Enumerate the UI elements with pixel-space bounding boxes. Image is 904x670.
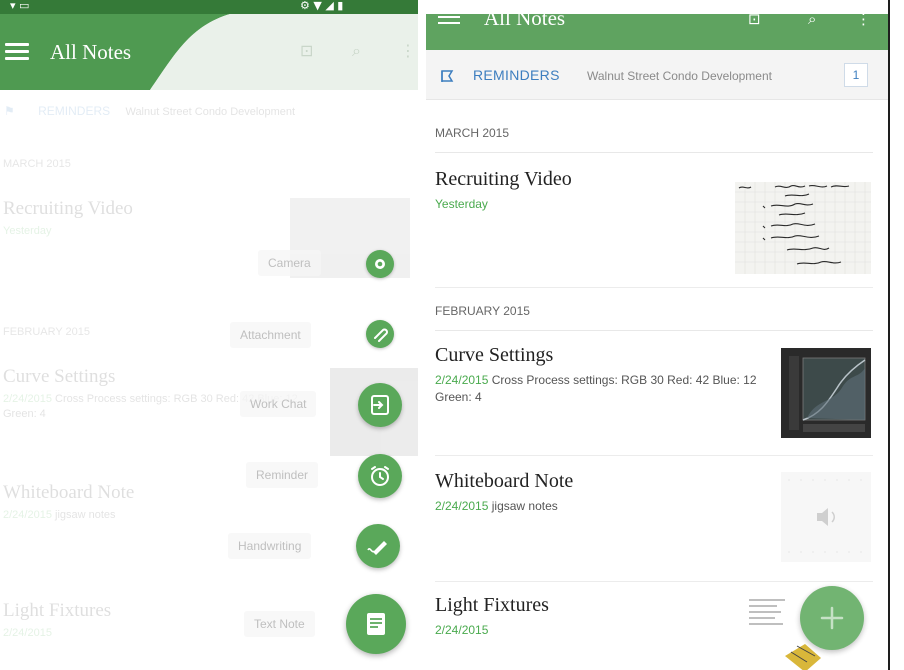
plus-icon [820, 606, 844, 630]
reminders-count-badge[interactable]: 1 [844, 63, 868, 87]
note-date: Yesterday [435, 197, 488, 211]
reminders-bar[interactable]: REMINDERS Walnut Street Condo Developmen… [426, 50, 888, 100]
note-card-curve-settings[interactable]: Curve Settings 2/24/2015 Cross Process s… [435, 344, 873, 456]
note-date-text: Yesterday [3, 225, 52, 237]
section-header: FEBRUARY 2015 [3, 326, 91, 338]
page-title: All Notes [484, 14, 566, 30]
note-date: 2/24/2015 [435, 499, 489, 513]
reminder-bell-icon: ⚑ [4, 104, 15, 118]
pen-icon [367, 541, 387, 555]
handwriting-button[interactable] [356, 524, 400, 568]
status-icons-right: ⚙ ▼ ◢ ▮ [300, 0, 344, 12]
note-card-whiteboard-note[interactable]: Whiteboard Note 2/24/2015 jigsaw notes [435, 470, 873, 582]
work-chat-icon [371, 395, 389, 415]
note-title: Light Fixtures [3, 600, 112, 621]
note-snippet: 2/24/2015 jigsaw notes [3, 509, 116, 521]
note-title: Light Fixtures [435, 594, 549, 616]
text-note-label[interactable]: Text Note [244, 611, 315, 637]
camera-button[interactable] [366, 250, 394, 278]
status-icons-left: ▾ ▭ [10, 0, 30, 12]
reminder-label[interactable]: Reminder [246, 462, 319, 488]
status-bar: ▾ ▭ ⚙ ▼ ◢ ▮ [0, 0, 418, 14]
note-date: 2/24/2015 [435, 373, 489, 387]
note-title: Whiteboard Note [3, 482, 135, 503]
more-vert-icon[interactable]: ⋮ [856, 14, 871, 28]
reminders-bar: ⚑ REMINDERS Walnut Street Condo Developm… [4, 104, 295, 118]
curve-settings-thumbnail [781, 348, 871, 438]
frame-divider [888, 0, 890, 670]
reminders-subtitle: Walnut Street Condo Development [587, 69, 772, 83]
note-title: Recruiting Video [3, 198, 133, 219]
handwritten-notes-thumbnail [735, 182, 871, 274]
note-date: Yesterday [3, 224, 303, 239]
search-icon[interactable]: ⌕ [352, 41, 361, 61]
attachment-button[interactable] [366, 320, 394, 348]
work-chat-icon[interactable]: ⊡ [748, 14, 761, 28]
note-snippet: 2/24/2015 jigsaw notes [435, 498, 558, 515]
note-date: 2/24/2015 [435, 623, 489, 637]
note-icon [367, 613, 385, 635]
left-screen: ▾ ▭ ⚙ ▼ ◢ ▮ All Notes ⊡ ⌕ ⋮ ⚑ REMINDERS … [0, 0, 418, 670]
new-note-button[interactable] [800, 586, 864, 650]
note-title: Curve Settings [3, 366, 116, 387]
paperclip-icon [374, 328, 388, 342]
note-card-recruiting-video[interactable]: Recruiting Video Yesterday [435, 168, 873, 288]
handwriting-label[interactable]: Handwriting [228, 533, 312, 559]
section-header: MARCH 2015 [435, 126, 873, 153]
page-title: All Notes [50, 40, 132, 64]
attachment-label[interactable]: Attachment [230, 322, 311, 348]
frame-top [418, 0, 904, 14]
note-title: Recruiting Video [435, 168, 572, 190]
app-bar: All Notes ⊡ ⌕ ⋮ [426, 14, 888, 50]
reminders-label: REMINDERS [38, 104, 111, 118]
camera-icon [375, 259, 385, 269]
work-chat-icon[interactable]: ⊡ [300, 41, 313, 60]
work-chat-label[interactable]: Work Chat [240, 391, 317, 417]
search-icon[interactable]: ⌕ [808, 14, 816, 28]
reminder-button[interactable] [358, 454, 402, 498]
app-bar: All Notes ⊡ ⌕ ⋮ [0, 14, 418, 90]
reminders-subtitle: Walnut Street Condo Development [125, 106, 296, 118]
note-meta: Yesterday [435, 196, 488, 213]
audio-thumbnail [781, 472, 871, 562]
right-screen: All Notes ⊡ ⌕ ⋮ REMINDERS Walnut Street … [426, 14, 888, 670]
hamburger-icon[interactable] [5, 43, 29, 61]
note-title: Whiteboard Note [435, 470, 574, 492]
note-body: jigsaw notes [491, 499, 558, 513]
section-header: FEBRUARY 2015 [435, 304, 873, 331]
hamburger-icon[interactable] [438, 16, 460, 28]
reminder-bell-icon [441, 70, 454, 82]
more-vert-icon[interactable]: ⋮ [400, 41, 416, 60]
alarm-clock-icon [371, 466, 389, 486]
section-header: MARCH 2015 [3, 158, 71, 170]
note-snippet: 2/24/2015 Cross Process settings: RGB 30… [435, 372, 765, 406]
reminders-label: REMINDERS [473, 67, 560, 83]
camera-label[interactable]: Camera [258, 250, 321, 276]
note-list-dimmed: ⚑ REMINDERS Walnut Street Condo Developm… [0, 90, 418, 670]
text-note-button[interactable] [346, 594, 406, 654]
note-meta: 2/24/2015 [435, 622, 488, 639]
note-title: Curve Settings [435, 344, 554, 366]
work-chat-button[interactable] [358, 383, 402, 427]
